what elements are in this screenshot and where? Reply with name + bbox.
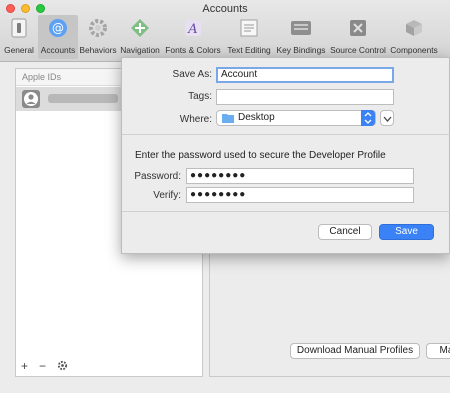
tab-fonts-colors[interactable]: A Fonts & Colors [162,15,224,59]
where-value: Desktop [238,112,275,123]
tab-behaviors[interactable]: Behaviors [78,15,118,59]
tab-components[interactable]: Components [388,15,440,59]
add-account-button[interactable]: + [21,359,28,373]
at-sign-icon: @ [47,17,69,39]
apple-ids-footer: + − [16,358,202,376]
password-label: Password: [134,171,181,182]
password-message: Enter the password used to secure the De… [135,150,386,161]
gear-icon [87,17,109,39]
verify-label: Verify: [153,190,181,201]
tab-key-bindings[interactable]: Key Bindings [274,15,328,59]
switch-icon [8,17,30,39]
account-avatar-icon [22,90,40,108]
tab-label: General [4,45,34,55]
font-palette-icon: A [182,17,204,39]
remove-account-button[interactable]: − [39,359,46,373]
components-icon [403,17,425,39]
source-control-icon [347,17,369,39]
account-name-redacted [48,94,118,103]
verify-field[interactable]: ●●●●●●●● [186,187,414,203]
window-titlebar: Accounts General @ Accounts Behaviors Na… [0,0,450,62]
where-label: Where: [179,114,212,125]
manage-certificates-button[interactable]: Ma [426,343,450,359]
tab-label: Behaviors [79,45,117,55]
preferences-toolbar: General @ Accounts Behaviors Navigation … [0,15,450,59]
gear-icon[interactable] [57,360,68,374]
svg-text:A: A [187,22,197,37]
folder-icon [222,113,234,126]
cancel-button[interactable]: Cancel [318,224,372,240]
sheet-divider-bottom [122,211,450,212]
text-edit-icon [238,17,260,39]
password-field[interactable]: ●●●●●●●● [186,168,414,184]
tab-text-editing[interactable]: Text Editing [224,15,274,59]
tab-label: Source Control [330,45,386,55]
tab-label: Fonts & Colors [165,45,221,55]
window-title: Accounts [202,3,248,15]
tab-general[interactable]: General [0,15,38,59]
save-button[interactable]: Save [379,224,434,240]
arrows-icon [129,17,151,39]
save-as-label: Save As: [172,69,212,80]
tags-field[interactable] [216,89,394,105]
tab-source-control[interactable]: Source Control [328,15,388,59]
popup-stepper-icon [361,110,375,126]
where-popup[interactable]: Desktop [216,110,376,126]
save-as-field[interactable]: Account [216,67,394,83]
save-sheet: Save As: Account Tags: Where: Desktop En… [121,57,450,254]
keyboard-icon [290,17,312,39]
tab-label: Text Editing [227,45,271,55]
tags-label: Tags: [188,91,212,102]
tab-label: Key Bindings [276,45,326,55]
chevron-down-icon [383,114,392,126]
tab-label: Navigation [120,45,160,55]
tab-label: Components [390,45,438,55]
download-manual-profiles-button[interactable]: Download Manual Profiles [290,343,420,359]
sheet-divider [122,134,450,135]
expand-dialog-button[interactable] [380,110,394,126]
tab-navigation[interactable]: Navigation [118,15,162,59]
tab-label: Accounts [40,45,76,55]
svg-text:@: @ [52,21,64,35]
tab-accounts[interactable]: @ Accounts [38,15,78,59]
